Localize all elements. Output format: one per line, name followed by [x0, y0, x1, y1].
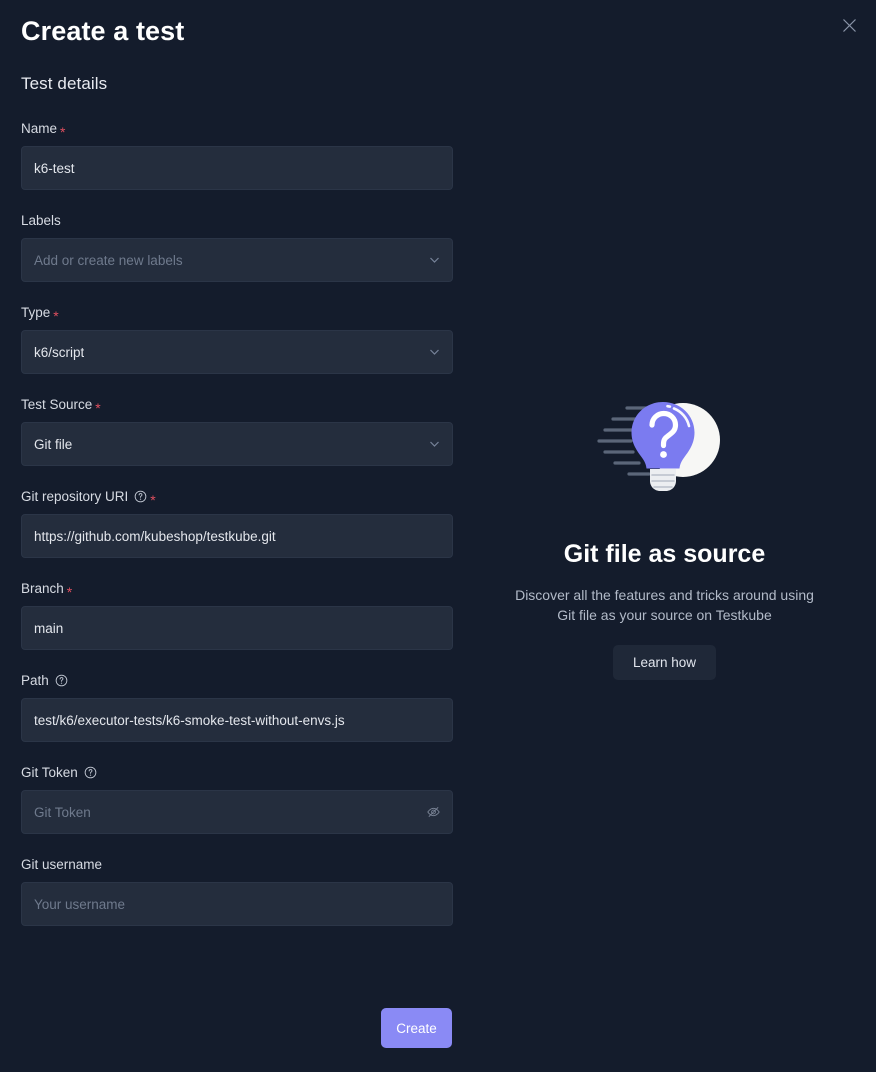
field-git-repository-uri: Git repository URI * https://github.com/… [21, 488, 453, 558]
git-repository-uri-input[interactable]: https://github.com/kubeshop/testkube.git [21, 514, 453, 558]
field-label-test-source: Test Source * [21, 397, 101, 416]
field-label-type: Type * [21, 305, 59, 324]
field-git-username: Git username Your username [21, 856, 453, 926]
required-indicator: * [150, 491, 156, 508]
field-git-token: Git Token Git Token [21, 764, 453, 834]
chevron-down-icon [428, 438, 441, 451]
field-label-git-username: Git username [21, 857, 103, 872]
branch-input-value: main [34, 620, 64, 636]
create-test-modal: Create a test Test details Name * k6-tes… [0, 0, 876, 1072]
help-circle-icon[interactable] [84, 766, 97, 779]
type-select[interactable]: k6/script [21, 330, 453, 374]
eye-off-icon[interactable] [426, 805, 441, 820]
help-circle-icon[interactable] [134, 490, 147, 503]
test-source-select[interactable]: Git file [21, 422, 453, 466]
type-select-value: k6/script [34, 344, 85, 360]
create-button[interactable]: Create [381, 1008, 452, 1048]
branch-input[interactable]: main [21, 606, 453, 650]
git-username-input[interactable]: Your username [21, 882, 453, 926]
field-type: Type * k6/script [21, 304, 453, 374]
page-title: Create a test [21, 16, 185, 46]
field-name: Name * k6-test [21, 120, 453, 190]
test-details-form: Test details Name * k6-test Labels Add o… [21, 74, 453, 948]
lightbulb-question-icon [595, 392, 735, 512]
field-branch: Branch * main [21, 580, 453, 650]
section-title: Test details [21, 74, 108, 93]
field-label-git-token: Git Token [21, 764, 453, 781]
name-input-value: k6-test [34, 160, 75, 176]
required-indicator: * [60, 123, 66, 140]
field-label-git-repository-uri: Git repository URI * [21, 489, 156, 508]
git-username-placeholder: Your username [34, 896, 126, 912]
required-indicator: * [95, 399, 101, 416]
name-input[interactable]: k6-test [21, 146, 453, 190]
field-label-labels: Labels [21, 213, 61, 228]
required-indicator: * [53, 307, 59, 324]
chevron-down-icon [428, 254, 441, 267]
git-token-placeholder: Git Token [34, 804, 91, 820]
git-repository-uri-value: https://github.com/kubeshop/testkube.git [34, 528, 276, 544]
chevron-down-icon [428, 346, 441, 359]
git-token-input[interactable]: Git Token [21, 790, 453, 834]
learn-how-button[interactable]: Learn how [612, 645, 717, 680]
required-indicator: * [66, 583, 73, 600]
path-input-value: test/k6/executor-tests/k6-smoke-test-wit… [34, 712, 345, 728]
field-label-branch: Branch * [21, 581, 73, 600]
labels-select[interactable]: Add or create new labels [21, 238, 453, 282]
field-path: Path test/k6/executor-tests/k6-smoke-tes… [21, 672, 453, 742]
field-labels: Labels Add or create new labels [21, 212, 453, 282]
field-label-name: Name * [21, 121, 66, 140]
help-circle-icon[interactable] [55, 674, 68, 687]
info-panel: Git file as source Discover all the feat… [453, 0, 876, 1072]
info-panel-description: Discover all the features and tricks aro… [515, 587, 814, 623]
test-source-select-value: Git file [34, 436, 73, 452]
info-panel-title: Git file as source [563, 540, 766, 568]
field-test-source: Test Source * Git file [21, 396, 453, 466]
field-label-path: Path [21, 672, 453, 689]
labels-select-placeholder: Add or create new labels [34, 252, 183, 268]
path-input[interactable]: test/k6/executor-tests/k6-smoke-test-wit… [21, 698, 453, 742]
